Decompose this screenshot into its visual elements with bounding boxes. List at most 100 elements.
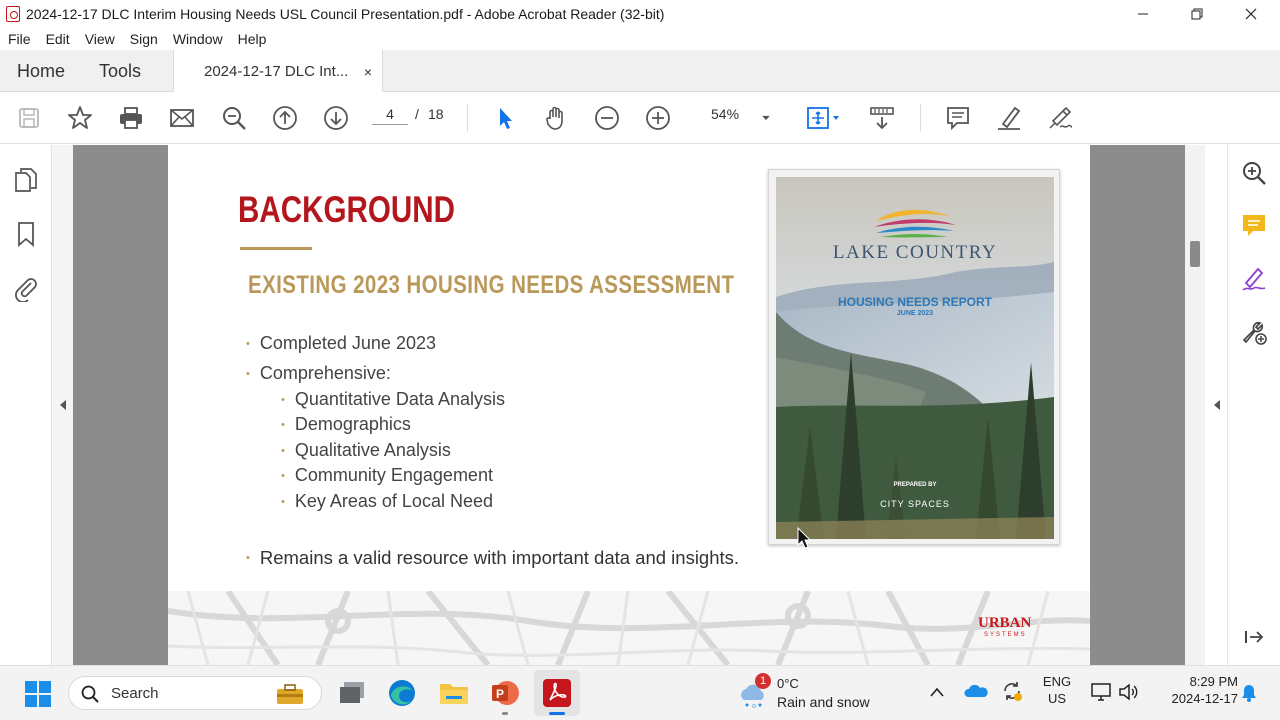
next-page-button[interactable]: [320, 102, 352, 134]
page-separator: /: [415, 106, 419, 122]
bullet-text: Completed June 2023: [259, 333, 436, 353]
task-view-icon: [340, 682, 364, 703]
acrobat-taskbar-button[interactable]: [534, 670, 580, 716]
bullet-dot: •: [281, 495, 285, 508]
file-explorer-button[interactable]: [438, 679, 470, 712]
scrollbar-thumb[interactable]: [1190, 241, 1200, 267]
chevron-up-icon: [930, 687, 944, 697]
windows-taskbar: Search P 1 0°C Rain and snow ENG US 8:29…: [0, 665, 1280, 720]
zoom-level-select[interactable]: 54%: [711, 106, 739, 122]
bullet-dot: •: [281, 469, 285, 482]
menu-help[interactable]: Help: [238, 31, 267, 47]
sub-bullet-item: • Demographics: [281, 414, 411, 435]
zoom-search-icon: [223, 107, 246, 130]
left-navigation-panel: [0, 145, 52, 665]
bullet-dot: •: [246, 337, 250, 350]
total-pages: 18: [428, 106, 444, 122]
tab-home[interactable]: Home: [17, 50, 65, 92]
menu-file[interactable]: File: [8, 31, 31, 47]
system-clock[interactable]: 8:29 PM 2024-12-17: [1150, 674, 1239, 706]
pdf-page: BACKGROUND EXISTING 2023 HOUSING NEEDS A…: [168, 145, 1090, 665]
hand-tool-button[interactable]: [540, 102, 572, 134]
edge-browser-button[interactable]: [387, 678, 417, 713]
powerpoint-button[interactable]: P: [490, 678, 520, 715]
weather-widget[interactable]: 1 0°C Rain and snow: [738, 673, 878, 714]
menu-window[interactable]: Window: [173, 31, 223, 47]
street-map-footer: [168, 589, 1090, 665]
tab-document[interactable]: 2024-12-17 DLC Int... ×: [173, 50, 383, 93]
weather-temperature: 0°C: [777, 676, 799, 691]
active-app-indicator: [549, 712, 565, 715]
attachments-button[interactable]: [12, 274, 40, 303]
collapse-tools-pane-button[interactable]: [1240, 623, 1268, 651]
highlighter-pen-icon: [998, 106, 1021, 130]
notifications-button[interactable]: [1240, 683, 1258, 708]
menu-sign[interactable]: Sign: [130, 31, 158, 47]
toolbar-divider: [467, 104, 468, 132]
scroll-mode-icon: [870, 107, 894, 130]
scrolling-mode-button[interactable]: [866, 102, 898, 134]
start-button[interactable]: [24, 680, 52, 708]
bookmarks-button[interactable]: [12, 220, 40, 248]
onedrive-button[interactable]: [964, 683, 988, 704]
close-tab-button[interactable]: ×: [364, 64, 372, 80]
volume-button[interactable]: [1118, 682, 1140, 707]
comment-button[interactable]: [942, 102, 974, 134]
fill-sign-tool-button[interactable]: [1240, 265, 1268, 293]
save-button[interactable]: [13, 102, 45, 134]
previous-page-button[interactable]: [269, 102, 301, 134]
close-window-button[interactable]: [1224, 0, 1278, 28]
sub-bullet-item: • Key Areas of Local Need: [281, 491, 493, 512]
fit-page-button[interactable]: [803, 102, 843, 134]
bullet-text: Comprehensive:: [259, 363, 391, 383]
show-hidden-icons-button[interactable]: [929, 685, 945, 703]
more-tools-button[interactable]: [1240, 318, 1268, 346]
email-button[interactable]: [166, 102, 198, 134]
expand-panel-icon: [1245, 631, 1264, 643]
network-button[interactable]: [1090, 682, 1112, 707]
search-icon: [81, 685, 99, 703]
search-label: Search: [111, 685, 159, 702]
cursor-arrow-icon: [500, 108, 512, 129]
highlight-button[interactable]: [993, 102, 1025, 134]
input-language-indicator[interactable]: ENG US: [1040, 674, 1074, 706]
briefcase-icon: [277, 684, 303, 704]
menu-edit[interactable]: Edit: [46, 31, 70, 47]
fill-sign-icon: [1242, 267, 1266, 291]
toolbar-divider: [920, 104, 921, 132]
right-panel-collapse-strip[interactable]: [1205, 145, 1227, 665]
right-tools-panel: [1227, 145, 1280, 665]
zoom-out-button[interactable]: [591, 102, 623, 134]
sync-icon: [1004, 682, 1022, 701]
plus-circle-icon: [646, 106, 670, 130]
bookmark-star-button[interactable]: [64, 102, 96, 134]
page-number-input[interactable]: 4: [372, 106, 408, 125]
left-panel-collapse-strip[interactable]: [52, 145, 73, 665]
onedrive-cloud-icon: [964, 684, 988, 697]
zoom-dropdown-button[interactable]: [752, 102, 780, 134]
zoom-search-tool-button[interactable]: [1240, 159, 1268, 187]
print-button[interactable]: [115, 102, 147, 134]
taskbar-search[interactable]: Search: [68, 676, 322, 710]
report-cover-image: LAKE COUNTRY HOUSING NEEDS REPORT JUNE 2…: [768, 169, 1060, 545]
tab-tools[interactable]: Tools: [99, 50, 141, 92]
toolbar: 4 / 18 54%: [0, 92, 1280, 144]
task-view-button[interactable]: [338, 680, 366, 711]
sign-button[interactable]: [1044, 102, 1076, 134]
sync-status-button[interactable]: [1001, 680, 1023, 707]
arrow-up-circle-icon: [273, 106, 297, 130]
envelope-icon: [170, 109, 194, 127]
collapse-right-icon: [1214, 400, 1220, 410]
zoom-in-button[interactable]: [642, 102, 674, 134]
restore-button[interactable]: [1170, 0, 1224, 28]
find-button[interactable]: [218, 102, 250, 134]
select-tool-button[interactable]: [489, 102, 521, 134]
page-thumbnails-button[interactable]: [12, 166, 40, 194]
cover-report-title: HOUSING NEEDS REPORT: [837, 295, 993, 309]
vertical-scrollbar[interactable]: [1185, 145, 1205, 665]
comment-tool-button[interactable]: [1240, 212, 1268, 240]
slide-subtitle: EXISTING 2023 HOUSING NEEDS ASSESSMENT: [248, 271, 735, 299]
minimize-button[interactable]: [1116, 0, 1170, 28]
sub-bullet-text: Qualitative Analysis: [294, 440, 451, 460]
menu-view[interactable]: View: [85, 31, 115, 47]
